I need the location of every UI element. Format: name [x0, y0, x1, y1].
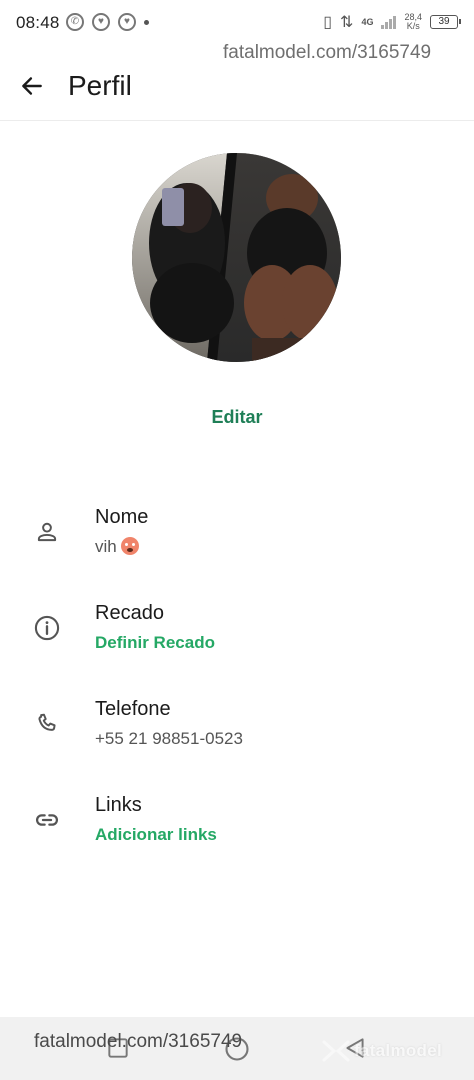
hot-face-emoji-icon — [120, 537, 139, 555]
name-text: vih — [95, 537, 117, 556]
battery-icon: 39 — [430, 15, 461, 29]
phone-icon — [38, 713, 56, 731]
arrow-left-icon — [22, 77, 42, 95]
back-button[interactable] — [14, 68, 50, 104]
edit-photo-button[interactable]: Editar — [0, 407, 474, 428]
profile-screen: 08:48 ✆ ♥ ♥ ▯ ⇅ 4G 28,4 K/s 39 fatalmode… — [0, 0, 474, 1080]
add-links-link[interactable]: Adicionar links — [95, 825, 217, 845]
vibrate-icon: ▯ — [323, 14, 333, 31]
info-icon — [34, 615, 60, 641]
whatsapp-notification-icon: ✆ — [66, 13, 84, 31]
more-notifications-dot-icon — [144, 19, 149, 25]
heart-chat-notification-icon-2: ♥ — [118, 13, 136, 31]
watermark-logo-icon — [322, 1040, 350, 1062]
field-label-name: Nome — [95, 506, 149, 528]
page-title: Perfil — [68, 70, 132, 101]
network-type: 4G — [361, 17, 374, 27]
status-bar: 08:48 ✆ ♥ ♥ ▯ ⇅ 4G 28,4 K/s 39 — [0, 0, 474, 48]
person-icon — [37, 522, 57, 542]
field-row-name[interactable]: Nome vih — [0, 506, 474, 576]
profile-photo-image — [132, 153, 341, 362]
profile-photo[interactable] — [132, 153, 341, 362]
app-header: Perfil — [0, 58, 474, 121]
data-transfer-icon: ⇅ — [340, 14, 354, 31]
network-speed: 28,4 K/s — [404, 13, 422, 31]
field-label-links: Links — [95, 794, 142, 816]
set-status-link[interactable]: Definir Recado — [95, 633, 215, 653]
notification-icons: ✆ ♥ ♥ — [66, 13, 149, 31]
field-value-name: vih — [95, 537, 139, 557]
watermark-bottom: fatalmodel.com/3165749 — [34, 1031, 243, 1052]
field-label-phone: Telefone — [95, 698, 171, 720]
signal-icon — [381, 15, 397, 29]
field-row-links[interactable]: Links Adicionar links — [0, 794, 474, 864]
status-right-icons: ▯ ⇅ 4G 28,4 K/s 39 — [323, 12, 461, 32]
field-row-phone[interactable]: Telefone +55 21 98851-0523 — [0, 698, 474, 768]
network-speed-unit: K/s — [406, 21, 420, 31]
watermark-logo: fatalmodel — [322, 1040, 442, 1062]
heart-chat-notification-icon: ♥ — [92, 13, 110, 31]
watermark-logo-text: fatalmodel — [354, 1041, 443, 1060]
field-value-phone: +55 21 98851-0523 — [95, 729, 243, 748]
field-label-status: Recado — [95, 602, 164, 624]
link-icon — [36, 814, 58, 826]
field-row-status[interactable]: Recado Definir Recado — [0, 602, 474, 672]
status-time: 08:48 — [16, 13, 60, 32]
